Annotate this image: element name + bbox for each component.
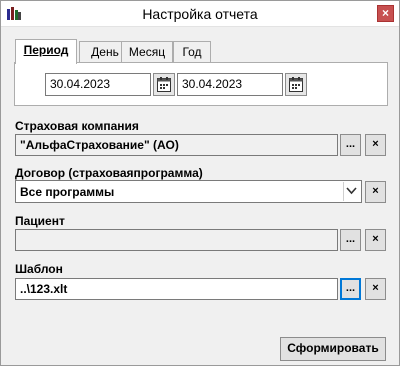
contract-clear-button[interactable]: × <box>365 181 386 203</box>
insurance-company-field[interactable]: "АльфаСтрахование" (АО) <box>15 134 338 156</box>
template-clear-button[interactable]: × <box>365 278 386 300</box>
date-to-calendar-button[interactable] <box>285 73 307 96</box>
patient-label: Пациент <box>15 214 65 228</box>
title-bar: Настройка отчета × <box>1 1 399 27</box>
tab-period[interactable]: Период <box>15 39 77 64</box>
insurance-company-browse-button[interactable]: ... <box>340 134 361 156</box>
close-window-button[interactable]: × <box>377 5 394 22</box>
insurance-company-clear-button[interactable]: × <box>365 134 386 156</box>
calendar-icon <box>157 77 171 92</box>
patient-browse-button[interactable]: ... <box>340 229 361 251</box>
date-from-input[interactable]: 30.04.2023 <box>45 73 151 96</box>
insurance-company-label: Страховая компания <box>15 119 139 133</box>
contract-select[interactable]: Все программы <box>15 180 362 203</box>
template-label: Шаблон <box>15 262 63 276</box>
tab-month[interactable]: Месяц <box>121 41 173 63</box>
generate-report-button[interactable]: Сформировать <box>280 337 386 361</box>
patient-field[interactable] <box>15 229 338 251</box>
template-browse-button[interactable]: ... <box>340 278 361 300</box>
tab-year[interactable]: Год <box>173 41 211 63</box>
contract-select-value: Все программы <box>20 185 115 199</box>
template-field[interactable]: ..\123.xlt <box>15 278 338 300</box>
date-from-calendar-button[interactable] <box>153 73 175 96</box>
calendar-icon <box>289 77 303 92</box>
window-title: Настройка отчета <box>142 6 258 22</box>
report-settings-dialog: Настройка отчета × Период День Месяц Год… <box>0 0 400 366</box>
contract-label: Договор (страховаяпрограмма) <box>15 166 203 180</box>
date-to-input[interactable]: 30.04.2023 <box>177 73 283 96</box>
patient-clear-button[interactable]: × <box>365 229 386 251</box>
chevron-down-icon[interactable] <box>343 182 360 201</box>
